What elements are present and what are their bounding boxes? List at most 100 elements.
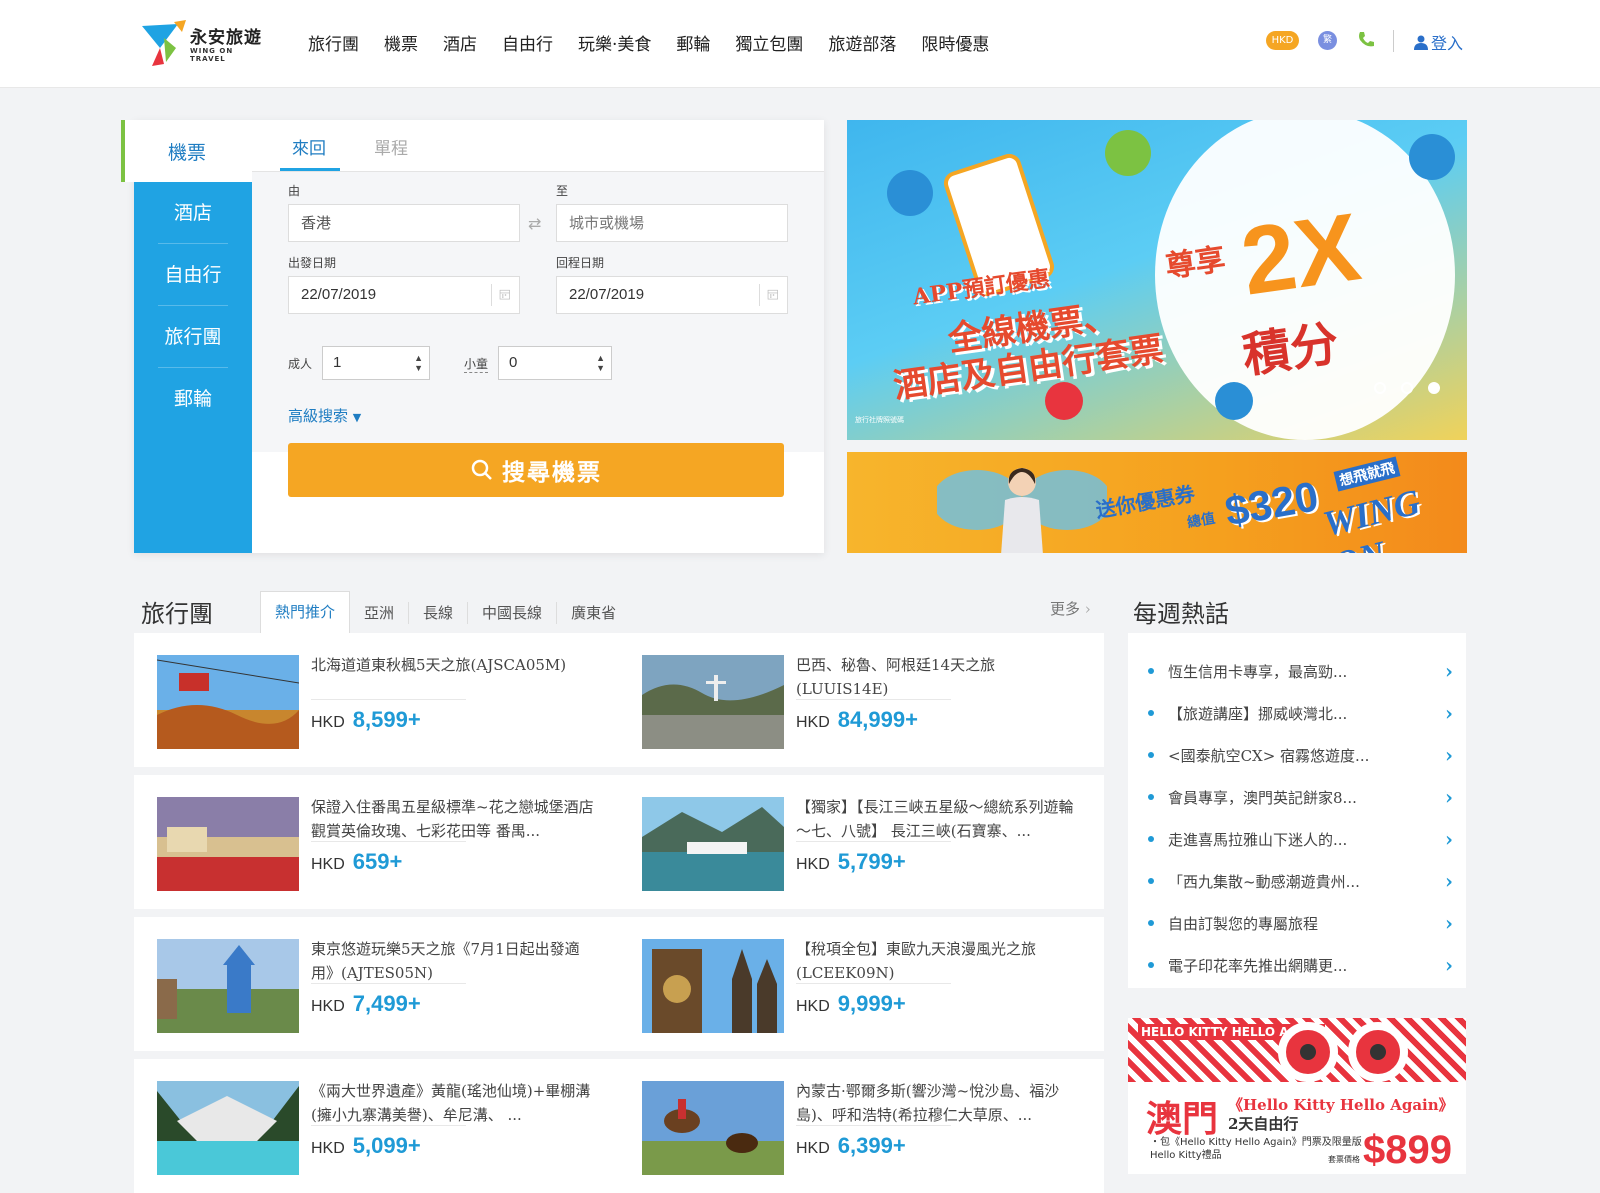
list-item[interactable]: 會員專享，澳門英記餅家8... › — [1148, 785, 1453, 809]
list-item[interactable]: 電子印花率先推出網購更... › — [1148, 953, 1453, 977]
tab-hot-picks[interactable]: 熱門推介 — [260, 591, 351, 634]
depart-date-input[interactable]: 22/07/2019 — [288, 276, 520, 314]
bag-icon — [1215, 382, 1253, 420]
login-link[interactable]: 登入 — [1414, 30, 1463, 54]
coupon-amount: $320 — [1221, 472, 1322, 535]
topic-text: 會員專享，澳門英記餅家8... — [1168, 788, 1357, 807]
child-value: 0 — [509, 354, 518, 371]
list-item[interactable]: 「西九集散~動感潮遊貴州... › — [1148, 869, 1453, 893]
ad-eye — [1278, 1022, 1338, 1082]
advanced-search-toggle[interactable]: 高級搜索 ▼ — [288, 405, 361, 426]
topic-text: 【旅遊講座】挪威峽灣北... — [1168, 704, 1348, 723]
adult-label: 成人 — [288, 357, 313, 371]
topic-text: <國泰航空CX> 宿霧悠遊度... — [1168, 746, 1370, 765]
search-icon — [471, 459, 492, 480]
more-tours-link[interactable]: 更多 › — [1050, 598, 1091, 619]
tour-card[interactable]: 【獨家】【長江三峽五星級～總統系列遊輪～七、八號】 長江三峽(石寶寨、... H… — [619, 775, 1104, 909]
logo[interactable]: 永安旅遊 WING ON TRAVEL — [138, 16, 268, 70]
carousel-dot[interactable] — [1401, 382, 1413, 394]
language-switch[interactable]: 繁 — [1318, 31, 1337, 50]
tour-card[interactable]: 《兩大世界遺產》黃龍(瑤池仙境)+畢棚溝(擁小九寨溝美譽)、牟尼溝、 ... H… — [134, 1059, 619, 1193]
tour-thumbnail-image — [642, 797, 784, 891]
chevron-right-icon: › — [1445, 953, 1453, 977]
sidebar-item-cruise[interactable]: 郵輪 — [158, 368, 228, 430]
price-amount: 9,999+ — [837, 991, 906, 1016]
user-icon — [1414, 35, 1428, 50]
banner-line6: 積分 — [1239, 315, 1343, 385]
list-item[interactable]: 恆生信用卡專享，最高勁... › — [1148, 659, 1453, 683]
tour-category-tabs: 熱門推介 亞洲 長線 中國長線 廣東省 — [260, 591, 630, 634]
bullet-icon — [1148, 752, 1154, 758]
tab-china-long-haul[interactable]: 中國長線 — [468, 602, 558, 624]
ad-eye — [1348, 1022, 1408, 1082]
nav-item-offers[interactable]: 限時優惠 — [921, 30, 989, 55]
promo-banner-coupon[interactable]: 送你優惠券 總值 $320 想飛就飛 WING ON — [847, 452, 1467, 553]
sidebar-item-hotels[interactable]: 酒店 — [158, 182, 228, 244]
to-input[interactable]: 城市或機場 — [556, 204, 788, 242]
divider — [796, 841, 951, 842]
currency-switch[interactable]: HKD — [1266, 31, 1299, 50]
tour-title: 【稅項全包】東歐九天浪漫風光之旅(LCEEK09N) — [796, 940, 1037, 982]
calendar-icon[interactable] — [759, 284, 781, 306]
adult-select[interactable]: 1 ▲ ▼ — [322, 346, 430, 380]
swap-icon[interactable]: ⇄ — [528, 214, 541, 233]
list-item[interactable]: 自由訂製您的專屬旅程 › — [1148, 911, 1453, 935]
topic-text: 自由訂製您的專屬旅程 — [1168, 914, 1319, 933]
nav-item-blog[interactable]: 旅遊部落 — [828, 30, 896, 55]
search-button-label: 搜尋機票 — [502, 459, 602, 486]
tour-title: 《兩大世界遺產》黃龍(瑤池仙境)+畢棚溝(擁小九寨溝美譽)、牟尼溝、 ... — [311, 1082, 591, 1124]
carousel-dot-active[interactable] — [1428, 382, 1440, 394]
divider — [796, 1125, 951, 1126]
tour-price: HKD 6,399+ — [796, 1133, 906, 1159]
nav-item-activities[interactable]: 玩樂·美食 — [578, 30, 651, 55]
search-category-sidebar: 酒店 自由行 旅行團 郵輪 — [134, 120, 252, 553]
search-flights-button[interactable]: 搜尋機票 — [288, 443, 784, 497]
bullet-icon — [1148, 920, 1154, 926]
nav-item-tours[interactable]: 旅行團 — [308, 30, 359, 55]
promo-banner-app[interactable]: APP預訂優惠 全線機票、 酒店及自由行套票 尊享 2X 積分 旅行社牌照號碼 — [847, 120, 1467, 440]
nav-item-fit[interactable]: 自由行 — [502, 30, 553, 55]
tour-card[interactable]: 【稅項全包】東歐九天浪漫風光之旅(LCEEK09N) HKD 9,999+ — [619, 917, 1104, 1051]
tour-thumbnail-image — [157, 655, 299, 749]
select-arrows-icon: ▲ ▼ — [414, 353, 423, 373]
list-item[interactable]: 走進喜馬拉雅山下迷人的... › — [1148, 827, 1453, 851]
bullet-icon — [1148, 878, 1154, 884]
tour-row: 保證入住番禺五星級標準~花之戀城堡酒店 觀賞英倫玫瑰、七彩花田等 番禺... H… — [134, 775, 1104, 909]
calendar-icon[interactable] — [491, 284, 513, 306]
tour-card[interactable]: 內蒙古·鄂爾多斯(響沙灣~悅沙島、福沙島)、呼和浩特(希拉穆仁大草原、... H… — [619, 1059, 1104, 1193]
phone-icon[interactable] — [1356, 30, 1376, 50]
trip-type-tabs: 來回 單程 — [252, 120, 824, 172]
carousel-dot[interactable] — [1374, 382, 1386, 394]
sidebar-item-tours[interactable]: 旅行團 — [158, 306, 228, 368]
price-amount: 84,999+ — [837, 707, 918, 732]
list-item[interactable]: 【旅遊講座】挪威峽灣北... › — [1148, 701, 1453, 725]
nav-item-flights[interactable]: 機票 — [384, 30, 418, 55]
sidebar-item-flights[interactable]: 機票 — [121, 120, 252, 182]
list-item[interactable]: <國泰航空CX> 宿霧悠遊度... › — [1148, 743, 1453, 767]
hello-kitty-ad[interactable]: HELLO KITTY HELLO AGAIN 澳門 《Hello Kitty … — [1128, 1018, 1466, 1174]
nav-item-cruise[interactable]: 郵輪 — [676, 30, 710, 55]
child-select[interactable]: 0 ▲ ▼ — [498, 346, 612, 380]
tour-card[interactable]: 東京悠遊玩樂5天之旅《7月1日起出發適用》(AJTES05N) HKD 7,49… — [134, 917, 619, 1051]
nav-item-hotels[interactable]: 酒店 — [443, 30, 477, 55]
tour-card[interactable]: 北海道道東秋楓5天之旅(AJSCA05M) HKD 8,599+ — [134, 633, 619, 767]
nav-item-private-tour[interactable]: 獨立包團 — [735, 30, 803, 55]
tour-card[interactable]: 巴西、秘魯、阿根廷14天之旅(LUUIS14E) HKD 84,999+ — [619, 633, 1104, 767]
tour-list: 北海道道東秋楓5天之旅(AJSCA05M) HKD 8,599+ 巴西、秘魯、阿… — [134, 633, 1104, 1193]
tab-asia[interactable]: 亞洲 — [350, 602, 410, 624]
tab-round-trip[interactable]: 來回 — [292, 134, 326, 159]
price-currency: HKD — [796, 1140, 830, 1157]
tab-long-haul[interactable]: 長線 — [409, 602, 469, 624]
tour-card[interactable]: 保證入住番禺五星級標準~花之戀城堡酒店 觀賞英倫玫瑰、七彩花田等 番禺... H… — [134, 775, 619, 909]
price-currency: HKD — [311, 1140, 345, 1157]
divider — [311, 699, 466, 700]
tab-one-way[interactable]: 單程 — [374, 134, 408, 159]
carousel-dots — [1374, 382, 1455, 394]
from-input[interactable]: 香港 — [288, 204, 520, 242]
sidebar-item-fit[interactable]: 自由行 — [158, 244, 228, 306]
price-currency: HKD — [796, 998, 830, 1015]
chevron-right-icon: › — [1445, 869, 1453, 893]
return-date-input[interactable]: 22/07/2019 — [556, 276, 788, 314]
tab-guangdong[interactable]: 廣東省 — [557, 602, 630, 624]
price-amount: 6,399+ — [837, 1133, 906, 1158]
